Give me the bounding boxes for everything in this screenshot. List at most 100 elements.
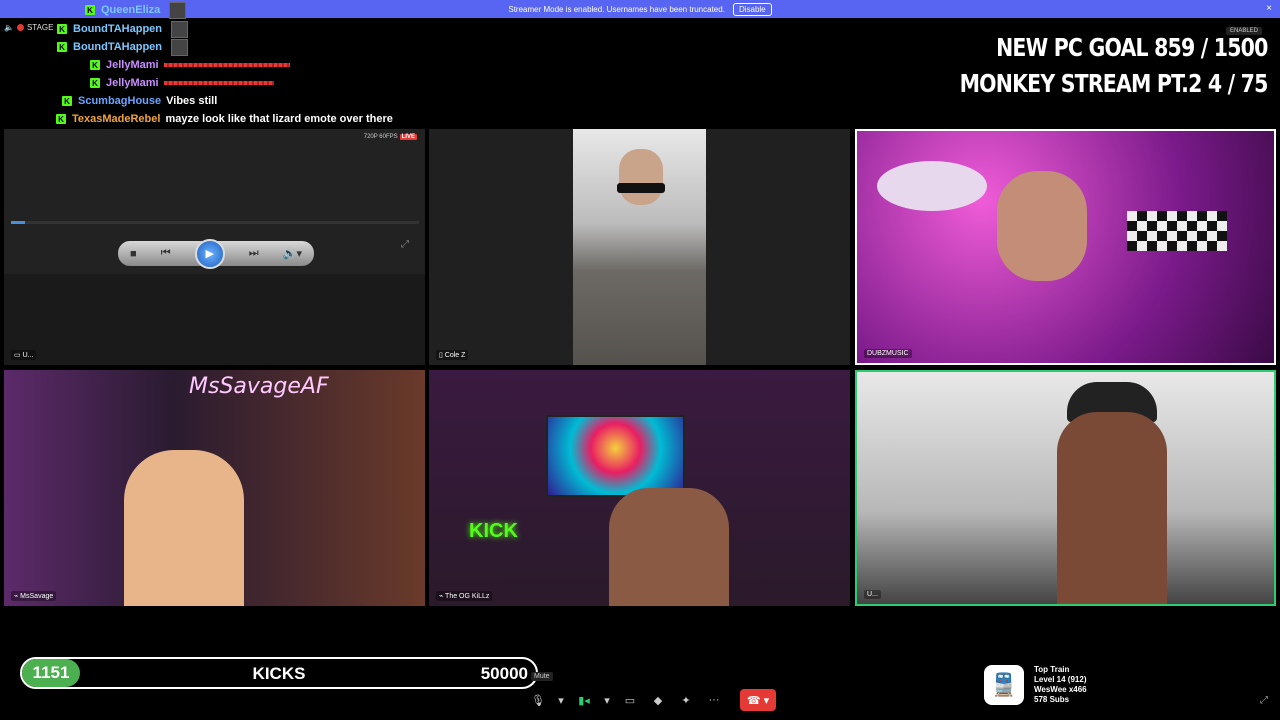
top-train-widget: 🚆 Top Train Level 14 (912) WesWee x466 5…: [984, 665, 1087, 705]
train-title: Top Train: [1034, 665, 1070, 674]
more-icon[interactable]: ···: [704, 690, 724, 710]
prev-icon[interactable]: ⏮: [161, 247, 171, 260]
chat-username: TexasMadeRebel: [72, 113, 161, 125]
play-icon[interactable]: ▶: [194, 238, 225, 269]
disable-streamer-mode-button[interactable]: Disable: [732, 2, 772, 16]
goal-line-pc: NEW PC GOAL 859 / 1500: [996, 33, 1269, 62]
seek-progress: [11, 221, 25, 224]
kick-badge-icon: K: [56, 114, 66, 124]
tile-name: Cole Z: [444, 352, 466, 359]
round-bed: [877, 161, 987, 211]
quality-badge: 720P 60FPS LIVE: [360, 133, 420, 141]
video-tile-cole[interactable]: ▯ Cole Z: [429, 129, 850, 365]
train-icon: 🚆: [984, 665, 1024, 705]
next-icon[interactable]: ⏭: [249, 247, 259, 260]
stop-icon[interactable]: ■: [130, 248, 137, 260]
chat-line: K BoundTAHappen: [57, 20, 189, 38]
train-level: Level 14 (912): [1034, 675, 1087, 684]
mute-tooltip: Mute: [531, 672, 553, 681]
chevron-down-icon[interactable]: ▾: [602, 690, 612, 710]
video-tile-ogkillz[interactable]: KICK ⌁ The OG KiLLz: [429, 370, 850, 606]
volume-icon[interactable]: 🔊▾: [283, 247, 302, 260]
tile-name-tag: U...: [864, 590, 881, 599]
goal-line-monkey: MONKEY STREAM PT.2 4 / 75: [960, 69, 1269, 98]
person: [1057, 412, 1167, 604]
person: [124, 450, 244, 606]
kicks-goal-bar: 1151 KICKS 50000: [20, 657, 538, 689]
kick-badge-icon: K: [62, 96, 72, 106]
emote-strip: [163, 63, 290, 67]
phone-hangup-icon: ☎ ▾: [746, 694, 770, 707]
neon-sign: MsSavageAF: [189, 374, 329, 399]
chat-line: K ScumbagHouse Vibes still: [62, 93, 217, 109]
activity-icon[interactable]: ◆: [648, 690, 668, 710]
chat-line: K TexasMadeRebel mayze look like that li…: [56, 111, 393, 127]
monitor-icon: ▭: [14, 352, 23, 359]
close-icon[interactable]: ×: [1266, 3, 1272, 14]
tile-name-tag: ▭ U...: [11, 350, 37, 360]
person: [609, 488, 729, 606]
emote-strip: [163, 81, 274, 85]
chevron-down-icon[interactable]: ▾: [556, 690, 566, 710]
kick-neon-sign: KICK: [469, 520, 518, 542]
video-tile-mssavage[interactable]: MsSavageAF ⌁ MsSavage: [4, 370, 425, 606]
fullscreen-icon[interactable]: ⤢: [401, 239, 409, 250]
video-tile-screen[interactable]: 720P 60FPS LIVE ■ ⏮ ▶ ⏭ 🔊▾ ⤢ ▭ U...: [4, 129, 425, 365]
chat-overlay: K QueenEliza K BoundTAHappen K BoundTAHa…: [0, 1, 520, 130]
soundboard-icon[interactable]: ✦: [676, 690, 696, 710]
chat-line: K JellyMami: [90, 75, 274, 91]
chat-username: QueenEliza: [101, 4, 161, 16]
person-head: [997, 171, 1087, 281]
emote-icon: [169, 1, 187, 19]
tv-screen: [546, 415, 685, 497]
person-head: [619, 149, 663, 205]
tile-name-tag: ▯ Cole Z: [436, 350, 469, 360]
camera-feed: [573, 129, 706, 365]
sunglasses: [617, 183, 665, 193]
tile-name: U...: [22, 352, 34, 359]
checker-rug: [1127, 211, 1227, 251]
kick-badge-icon: K: [57, 24, 67, 34]
tile-name: DUBZMUSIC: [867, 350, 909, 357]
kicks-label: KICKS: [252, 664, 306, 683]
live-badge: LIVE: [399, 134, 417, 140]
emote-icon: [171, 38, 189, 56]
kicks-target: 50000: [480, 664, 528, 683]
video-tile-dubzmusic[interactable]: DUBZMUSIC: [855, 129, 1276, 365]
kick-badge-icon: K: [90, 78, 100, 88]
goals-overlay: NEW PC GOAL 859 / 1500 MONKEY STREAM PT.…: [960, 30, 1269, 102]
train-user: WesWee x466: [1034, 685, 1087, 694]
chat-username: BoundTAHappen: [73, 23, 163, 35]
chat-message: Vibes still: [166, 95, 218, 107]
chat-username: JellyMami: [106, 59, 159, 71]
video-grid: 720P 60FPS LIVE ■ ⏮ ▶ ⏭ 🔊▾ ⤢ ▭ U... ▯ Col…: [4, 129, 1276, 607]
chat-line: K QueenEliza: [85, 1, 187, 19]
chat-username: JellyMami: [106, 77, 159, 89]
tile-name-tag: ⌁ MsSavage: [11, 591, 57, 601]
kick-badge-icon: K: [90, 60, 100, 70]
media-controls: ■ ⏮ ▶ ⏭ 🔊▾: [118, 238, 314, 269]
tile-name-tag: DUBZMUSIC: [864, 349, 912, 358]
chat-username: BoundTAHappen: [73, 41, 163, 53]
chat-username: ScumbagHouse: [78, 95, 162, 107]
end-call-button[interactable]: ☎ ▾: [740, 689, 776, 711]
chat-line: K BoundTAHappen: [57, 38, 189, 56]
screen-share-icon[interactable]: ▭: [620, 690, 640, 710]
quality-text: 720P 60FPS: [363, 134, 398, 140]
chat-line: K JellyMami: [90, 57, 290, 73]
tile-name: The OG KiLLz: [445, 593, 490, 600]
kick-badge-icon: K: [85, 5, 95, 15]
banner-text: Streamer Mode is enabled. Usernames have…: [508, 4, 725, 14]
camera-icon[interactable]: ▮◂: [574, 690, 594, 710]
train-subs: 578 Subs: [1034, 695, 1070, 704]
tile-name: MsSavage: [20, 593, 54, 600]
kick-badge-icon: K: [57, 42, 67, 52]
video-tile-u[interactable]: U...: [855, 370, 1276, 606]
microphone-icon[interactable]: 🎙: [528, 690, 548, 710]
seek-bar[interactable]: [11, 221, 419, 224]
tile-name: U...: [867, 591, 878, 598]
call-controls: 🎙 ▾ ▮◂ ▾ ▭ ◆ ✦ ··· ☎ ▾: [528, 688, 776, 712]
tile-name-tag: ⌁ The OG KiLLz: [436, 591, 493, 601]
fullscreen-icon[interactable]: ⤢: [1260, 695, 1268, 706]
emote-icon: [171, 20, 189, 38]
